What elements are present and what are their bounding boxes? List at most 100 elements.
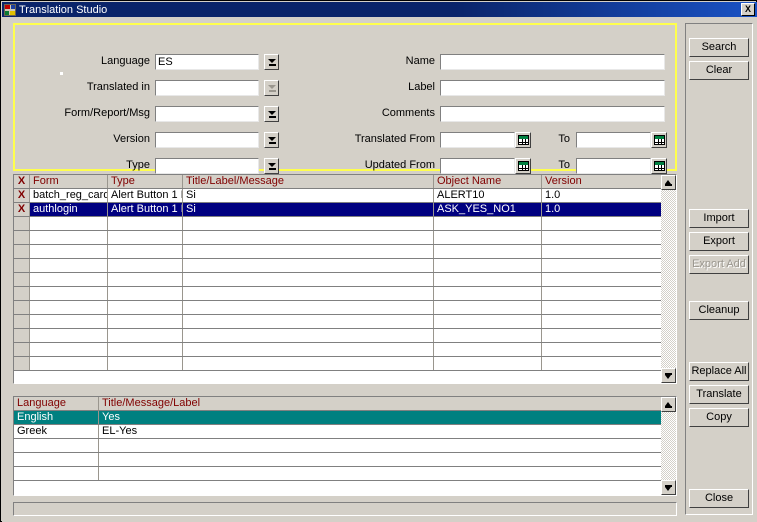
language-dropdown-button[interactable] — [264, 54, 279, 70]
list-item-empty[interactable] — [14, 453, 676, 467]
table-cell[interactable] — [183, 259, 434, 272]
table-cell[interactable] — [542, 273, 662, 286]
table-cell[interactable] — [183, 315, 434, 328]
table-row-empty[interactable] — [14, 357, 676, 371]
type-dropdown-button[interactable] — [264, 158, 279, 174]
table-cell[interactable] — [108, 245, 183, 258]
row-marker[interactable] — [14, 245, 30, 258]
detail-grid[interactable]: Language Title/Message/Label English Yes Gr… — [13, 396, 677, 496]
table-cell[interactable] — [183, 245, 434, 258]
translated-from-calendar-button[interactable] — [515, 132, 531, 148]
translate-button[interactable]: Translate — [689, 385, 749, 404]
table-cell[interactable] — [183, 217, 434, 230]
row-marker[interactable] — [14, 231, 30, 244]
version-input[interactable] — [155, 132, 259, 148]
search-button[interactable]: Search — [689, 38, 749, 57]
row-marker[interactable]: X — [14, 189, 30, 202]
table-cell[interactable] — [108, 301, 183, 314]
table-cell[interactable] — [108, 329, 183, 342]
table-row-empty[interactable] — [14, 343, 676, 357]
detail-column-header[interactable]: Language — [14, 397, 99, 410]
replace-all-button[interactable]: Replace All — [689, 362, 749, 381]
row-marker[interactable] — [14, 315, 30, 328]
table-cell[interactable] — [434, 245, 542, 258]
table-row-empty[interactable] — [14, 231, 676, 245]
list-item[interactable]: Greek EL-Yes — [14, 425, 676, 439]
detail-column-header[interactable]: Title/Message/Label — [99, 397, 662, 410]
close-button[interactable]: Close — [689, 489, 749, 508]
results-column-header[interactable]: X — [14, 175, 30, 188]
table-cell[interactable] — [30, 287, 108, 300]
detail-cell-language[interactable]: Greek — [14, 425, 99, 438]
results-column-header[interactable]: Form — [30, 175, 108, 188]
table-cell[interactable] — [434, 217, 542, 230]
close-icon[interactable]: X — [741, 3, 755, 16]
table-cell[interactable] — [434, 343, 542, 356]
table-cell[interactable] — [30, 301, 108, 314]
table-cell[interactable] — [183, 343, 434, 356]
table-cell-title[interactable]: Si — [183, 189, 434, 202]
table-cell[interactable] — [434, 273, 542, 286]
scroll-up-icon[interactable] — [661, 175, 676, 190]
table-cell[interactable] — [542, 343, 662, 356]
table-cell-version[interactable]: 1.0 — [542, 203, 662, 216]
copy-button[interactable]: Copy — [689, 408, 749, 427]
row-marker[interactable] — [14, 273, 30, 286]
table-cell[interactable] — [434, 259, 542, 272]
table-cell[interactable] — [183, 231, 434, 244]
table-cell[interactable] — [542, 301, 662, 314]
import-button[interactable]: Import — [689, 209, 749, 228]
row-marker[interactable] — [14, 343, 30, 356]
table-row-empty[interactable] — [14, 217, 676, 231]
scrollbar-track[interactable] — [661, 412, 676, 480]
list-item-empty[interactable] — [14, 467, 676, 481]
table-cell[interactable] — [30, 343, 108, 356]
table-cell[interactable] — [30, 329, 108, 342]
row-marker[interactable] — [14, 287, 30, 300]
cleanup-button[interactable]: Cleanup — [689, 301, 749, 320]
row-marker[interactable] — [14, 259, 30, 272]
scroll-down-icon[interactable] — [661, 368, 676, 383]
translated-to-calendar-button[interactable] — [651, 132, 667, 148]
table-cell[interactable] — [542, 287, 662, 300]
results-column-header[interactable]: Type — [108, 175, 183, 188]
table-row-empty[interactable] — [14, 315, 676, 329]
clear-button[interactable]: Clear — [689, 61, 749, 80]
list-item[interactable]: English Yes — [14, 411, 676, 425]
table-cell[interactable] — [30, 231, 108, 244]
table-cell-form[interactable]: authlogin — [30, 203, 108, 216]
table-cell-type[interactable]: Alert Button 1 Labe — [108, 203, 183, 216]
table-row-empty[interactable] — [14, 301, 676, 315]
table-cell[interactable] — [434, 231, 542, 244]
updated-to-input[interactable] — [576, 158, 651, 174]
table-row[interactable]: Xbatch_reg_cardAlert Button 1 LabeSiALER… — [14, 189, 676, 203]
table-cell[interactable] — [30, 259, 108, 272]
table-cell[interactable] — [542, 329, 662, 342]
detail-cell[interactable] — [14, 467, 99, 480]
export-button[interactable]: Export — [689, 232, 749, 251]
translated-to-input[interactable] — [576, 132, 651, 148]
table-cell[interactable] — [183, 287, 434, 300]
detail-grid-scrollbar[interactable] — [661, 397, 676, 495]
label-input[interactable] — [440, 80, 665, 96]
table-cell[interactable] — [183, 357, 434, 370]
updated-from-input[interactable] — [440, 158, 515, 174]
table-cell[interactable] — [542, 357, 662, 370]
scroll-down-icon[interactable] — [661, 480, 676, 495]
row-marker[interactable]: X — [14, 203, 30, 216]
scroll-up-icon[interactable] — [661, 397, 676, 412]
detail-cell[interactable] — [14, 453, 99, 466]
table-cell[interactable] — [183, 329, 434, 342]
table-cell[interactable] — [108, 343, 183, 356]
table-cell[interactable] — [108, 357, 183, 370]
scrollbar-track[interactable] — [661, 190, 676, 368]
table-cell[interactable] — [108, 259, 183, 272]
row-marker[interactable] — [14, 217, 30, 230]
list-item-empty[interactable] — [14, 439, 676, 453]
results-column-header[interactable]: Object Name — [434, 175, 542, 188]
table-cell[interactable] — [542, 245, 662, 258]
table-cell[interactable] — [542, 231, 662, 244]
name-input[interactable] — [440, 54, 665, 70]
row-marker[interactable] — [14, 357, 30, 370]
table-cell[interactable] — [183, 301, 434, 314]
